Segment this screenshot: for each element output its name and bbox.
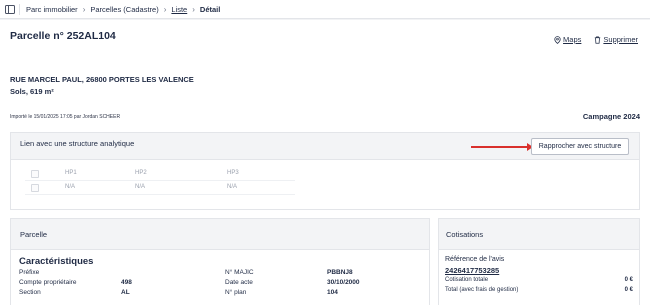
map-pin-icon: [553, 35, 561, 44]
import-info: Importé le 15/01/2025 17:05 par Jordan S…: [10, 114, 121, 120]
ref-avis-label: Référence de l'avis: [445, 256, 505, 263]
column-header-hp3: HP3: [227, 170, 239, 176]
hp-table: HP1 HP2 HP3 N/A N/A N/A: [25, 167, 295, 195]
chevron-right-icon: ›: [163, 5, 167, 14]
cotisation-total-fees-value: 0 €: [624, 287, 633, 293]
breadcrumb: Parc immobilier › Parcelles (Cadastre) ›…: [26, 4, 220, 15]
breadcrumb-parcelles[interactable]: Parcelles (Cadastre): [90, 4, 158, 15]
cell-hp1: N/A: [65, 184, 76, 190]
analytic-structure-header: Lien avec une structure analytique Rappr…: [11, 133, 639, 160]
rapprocher-structure-button[interactable]: Rapprocher avec structure: [531, 138, 629, 155]
page-title: Parcelle n° 252AL104: [10, 30, 116, 42]
cotisation-total-label: Cotisation totale: [445, 277, 489, 283]
field-label-plan: N° plan: [225, 289, 247, 296]
checkbox-select-all[interactable]: [31, 170, 39, 178]
chevron-right-icon: ›: [192, 5, 195, 14]
breadcrumb-current: Détail: [199, 5, 221, 14]
delete-link[interactable]: Supprimer: [593, 35, 638, 44]
trash-icon: [593, 36, 601, 44]
field-label-date-acte: Date acte: [225, 279, 253, 286]
column-header-hp1: HP1: [65, 170, 77, 176]
field-label-compte: Compte propriétaire: [19, 279, 77, 286]
detail-page: Parcelle n° 252AL104 Maps Supprimer RUE …: [0, 20, 650, 305]
field-value-date-acte: 30/10/2000: [327, 279, 360, 286]
delete-label: Supprimer: [603, 35, 638, 44]
cotisation-row: Total (avec frais de gestion) 0 €: [445, 287, 633, 293]
ref-avis-link[interactable]: 2426417753285: [445, 266, 499, 275]
field-value-compte: 498: [121, 279, 132, 286]
field-value-plan: 104: [327, 289, 338, 296]
caracteristiques-title: Caractéristiques: [19, 256, 94, 267]
header-actions: Maps Supprimer: [553, 35, 638, 44]
parcel-address: RUE MARCEL PAUL, 26800 PORTES LES VALENC…: [10, 75, 194, 84]
sidebar-toggle-icon[interactable]: [5, 5, 15, 14]
annotation-arrow-icon: [471, 143, 533, 151]
cotisation-total-fees-label: Total (avec frais de gestion): [445, 287, 519, 293]
cell-hp3: N/A: [227, 184, 238, 190]
field-label-prefixe: Préfixe: [19, 269, 40, 276]
chevron-right-icon: ›: [82, 5, 86, 14]
field-label-section: Section: [19, 289, 41, 296]
toolbar-divider: [19, 4, 20, 15]
maps-link[interactable]: Maps: [553, 35, 581, 44]
cotisations-panel: Cotisations Référence de l'avis 24264177…: [438, 218, 640, 305]
maps-label: Maps: [563, 35, 582, 44]
table-row: N/A N/A N/A: [25, 181, 295, 195]
field-value-majic: PBBNJ8: [327, 269, 353, 276]
campaign-label: Campagne 2024: [582, 112, 640, 121]
breadcrumb-parc-immobilier[interactable]: Parc immobilier: [26, 4, 78, 15]
parcel-surface: Sols, 619 m²: [10, 87, 54, 96]
field-label-majic: N° MAJIC: [225, 269, 254, 276]
cell-hp2: N/A: [135, 184, 146, 190]
analytic-structure-panel: Lien avec une structure analytique Rappr…: [10, 132, 640, 210]
cotisation-row: Cotisation totale 0 €: [445, 277, 633, 283]
top-bar: Parc immobilier › Parcelles (Cadastre) ›…: [0, 0, 650, 19]
hp-header-row: HP1 HP2 HP3: [25, 167, 295, 181]
breadcrumb-liste[interactable]: Liste: [171, 4, 187, 15]
checkbox-row[interactable]: [31, 184, 39, 192]
column-header-hp2: HP2: [135, 170, 147, 176]
panel-title: Lien avec une structure analytique: [20, 139, 135, 148]
cotisation-total-value: 0 €: [624, 277, 633, 283]
cotisations-header: Cotisations: [439, 219, 639, 250]
parcelle-header: Parcelle: [11, 219, 429, 250]
parcelle-panel: Parcelle Caractéristiques Préfixe Compte…: [10, 218, 430, 305]
field-value-section: AL: [121, 289, 130, 296]
